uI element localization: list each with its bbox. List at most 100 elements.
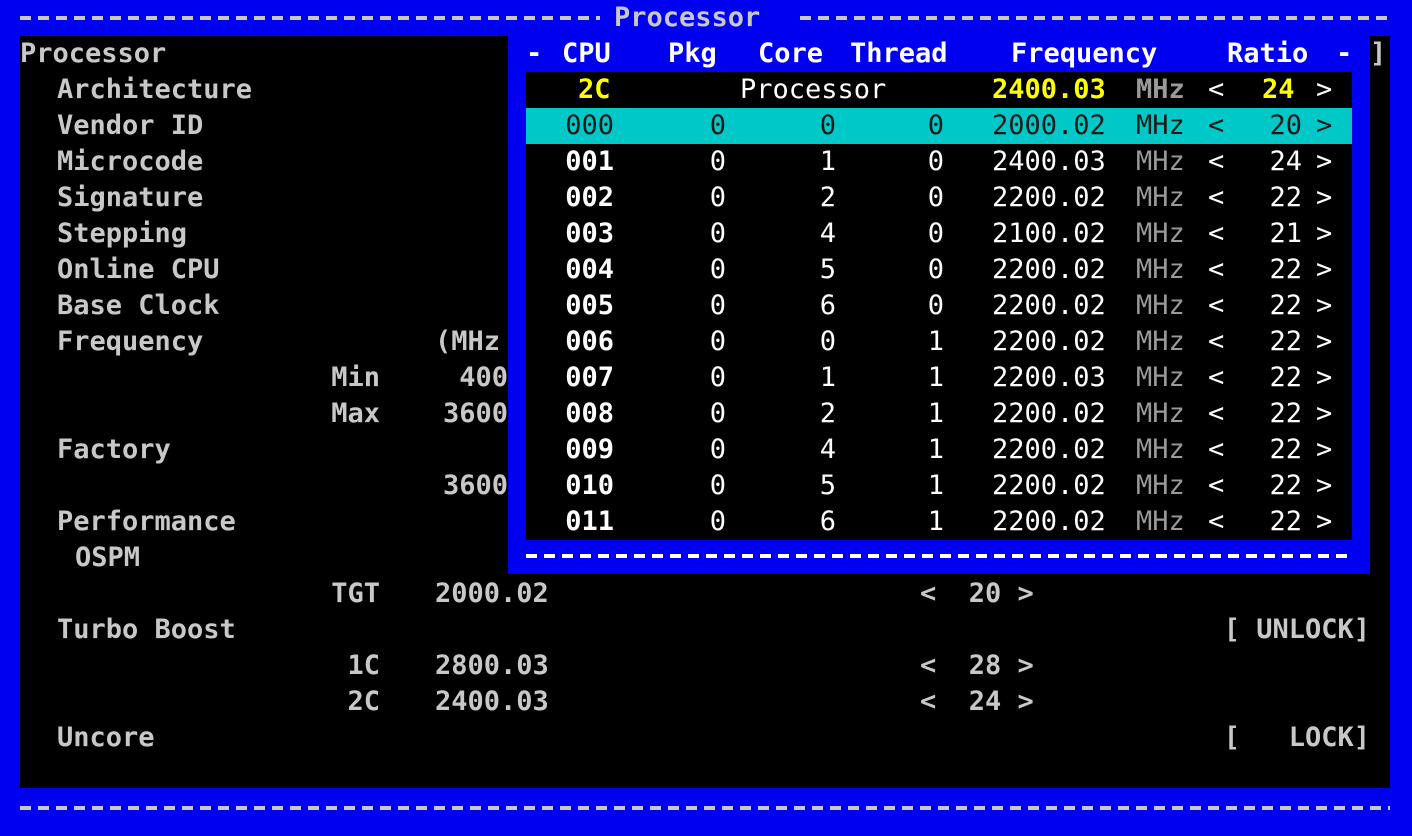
popup-bottom-dash xyxy=(526,554,1352,558)
summary-gt: > xyxy=(1316,74,1333,105)
cpu-row-gt: > xyxy=(1316,254,1333,285)
cpu-row-000[interactable]: 000 0 0 0 2000.02 MHz <20 > xyxy=(526,108,1352,144)
cpu-row-pkg: 0 xyxy=(709,434,726,465)
window-title: Processor xyxy=(614,2,761,33)
cpu-row-pkg: 0 xyxy=(709,290,726,321)
cpu-row-lt: < xyxy=(1208,326,1225,357)
cpu-row-cpu-id: 005 xyxy=(565,290,614,321)
cpu-row-ratio: 22 xyxy=(1269,254,1302,285)
tgt-ratio[interactable]: < 20 > xyxy=(920,576,1034,612)
cpu-row-cpu-id: 001 xyxy=(565,146,614,177)
header-thread: Thread xyxy=(850,38,948,69)
cpu-row-pkg: 0 xyxy=(709,218,726,249)
c1-value: 2800.03 xyxy=(435,650,549,681)
cpu-row-lt: < xyxy=(1208,146,1225,177)
label-signature[interactable]: Signature xyxy=(57,180,203,216)
label-performance[interactable]: Performance xyxy=(57,504,236,540)
cpu-row-004[interactable]: 004 0 5 0 2200.02 MHz <22 > xyxy=(526,252,1352,288)
cpu-row-gt: > xyxy=(1316,218,1333,249)
cpu-row-core: 4 xyxy=(819,434,836,465)
cpu-row-002[interactable]: 002 0 2 0 2200.02 MHz <22 > xyxy=(526,180,1352,216)
label-ospm[interactable]: OSPM xyxy=(75,540,140,576)
cpu-row-pkg: 0 xyxy=(709,326,726,357)
cpu-row-pkg: 0 xyxy=(709,470,726,501)
c1-label: 1C xyxy=(347,650,380,681)
cpu-row-gt: > xyxy=(1316,398,1333,429)
cpu-row-cpu-id: 007 xyxy=(565,362,614,393)
cpu-row-cpu-id: 003 xyxy=(565,218,614,249)
cpu-row-ratio: 22 xyxy=(1269,326,1302,357)
cpu-row-008[interactable]: 008 0 2 1 2200.02 MHz <22 > xyxy=(526,396,1352,432)
label-stepping[interactable]: Stepping xyxy=(57,216,187,252)
cpu-row-thread: 1 xyxy=(927,398,944,429)
min-value: 400 xyxy=(459,362,508,393)
cpu-row-unit: MHz xyxy=(1136,110,1185,141)
cpu-row-freq: 2200.02 xyxy=(992,326,1106,357)
cpu-row-thread: 0 xyxy=(927,182,944,213)
cpu-row-freq: 2400.03 xyxy=(992,146,1106,177)
cpu-row-freq: 2000.02 xyxy=(992,110,1106,141)
cpu-row-lt: < xyxy=(1208,398,1225,429)
cpu-row-core: 0 xyxy=(819,326,836,357)
cpu-row-thread: 0 xyxy=(927,146,944,177)
cpu-row-011[interactable]: 011 0 6 1 2200.02 MHz <22 > xyxy=(526,504,1352,540)
cpu-row-005[interactable]: 005 0 6 0 2200.02 MHz <22 > xyxy=(526,288,1352,324)
cpu-row-thread: 0 xyxy=(927,290,944,321)
frequency-unit: (MHz xyxy=(435,326,501,357)
cpu-row-core: 5 xyxy=(819,470,836,501)
cpu-row-freq: 2200.02 xyxy=(992,470,1106,501)
cpu-row-unit: MHz xyxy=(1136,146,1185,177)
label-microcode[interactable]: Microcode xyxy=(57,144,203,180)
cpu-row-001[interactable]: 001 0 1 0 2400.03 MHz <24 > xyxy=(526,144,1352,180)
cpu-row-010[interactable]: 010 0 5 1 2200.02 MHz <22 > xyxy=(526,468,1352,504)
label-online-cpu[interactable]: Online CPU xyxy=(57,252,220,288)
cpu-row-unit: MHz xyxy=(1136,290,1185,321)
cpu-row-pkg: 0 xyxy=(709,146,726,177)
label-factory[interactable]: Factory xyxy=(57,432,171,468)
header-ratio: Ratio xyxy=(1227,38,1309,69)
cpu-row-gt: > xyxy=(1316,290,1333,321)
cpu-row-ratio: 20 xyxy=(1269,110,1302,141)
cpu-row-pkg: 0 xyxy=(709,506,726,537)
c2-ratio[interactable]: < 24 > xyxy=(920,684,1034,720)
uncore-state[interactable]: [ LOCK] xyxy=(1170,720,1370,756)
cpu-row-freq: 2200.02 xyxy=(992,506,1106,537)
cpu-row-lt: < xyxy=(1208,110,1225,141)
summary-row[interactable]: 2C Processor 2400.03 MHz < 24 > xyxy=(526,72,1352,108)
cpu-row-thread: 1 xyxy=(927,506,944,537)
cpu-row-unit: MHz xyxy=(1136,254,1185,285)
cpu-row-core: 5 xyxy=(819,254,836,285)
summary-label: Processor xyxy=(740,74,887,105)
cpu-row-009[interactable]: 009 0 4 1 2200.02 MHz <22 > xyxy=(526,432,1352,468)
cpu-row-thread: 0 xyxy=(927,254,944,285)
cpu-row-thread: 1 xyxy=(927,326,944,357)
label-frequency[interactable]: Frequency xyxy=(57,324,203,360)
min-label: Min xyxy=(331,362,380,393)
max-value: 3600 xyxy=(442,398,508,429)
label-base-clock[interactable]: Base Clock xyxy=(57,288,220,324)
cpu-row-cpu-id: 009 xyxy=(565,434,614,465)
right-bracket: ] xyxy=(1370,38,1387,69)
cpu-row-003[interactable]: 003 0 4 0 2100.02 MHz <21 > xyxy=(526,216,1352,252)
cpu-row-lt: < xyxy=(1208,254,1225,285)
c1-ratio[interactable]: < 28 > xyxy=(920,648,1034,684)
label-turbo-boost[interactable]: Turbo Boost xyxy=(57,612,236,648)
cpu-row-unit: MHz xyxy=(1136,398,1185,429)
cpu-row-gt: > xyxy=(1316,470,1333,501)
cpu-row-lt: < xyxy=(1208,434,1225,465)
turbo-boost-state[interactable]: [ UNLOCK] xyxy=(1170,612,1370,648)
cpu-row-pkg: 0 xyxy=(709,398,726,429)
cpu-row-ratio: 24 xyxy=(1269,146,1302,177)
label-uncore[interactable]: Uncore xyxy=(57,720,155,756)
cpu-select-popup: - CPU Pkg Core Thread Frequency Ratio - … xyxy=(508,36,1370,574)
label-vendor-id[interactable]: Vendor ID xyxy=(57,108,203,144)
cpu-row-cpu-id: 008 xyxy=(565,398,614,429)
tgt-label: TGT xyxy=(331,578,380,609)
cpu-row-006[interactable]: 006 0 0 1 2200.02 MHz <22 > xyxy=(526,324,1352,360)
cpu-row-ratio: 22 xyxy=(1269,182,1302,213)
cpu-row-gt: > xyxy=(1316,434,1333,465)
cpu-row-007[interactable]: 007 0 1 1 2200.03 MHz <22 > xyxy=(526,360,1352,396)
label-architecture[interactable]: Architecture xyxy=(57,72,252,108)
cpu-row-unit: MHz xyxy=(1136,326,1185,357)
c2-value: 2400.03 xyxy=(435,686,549,717)
